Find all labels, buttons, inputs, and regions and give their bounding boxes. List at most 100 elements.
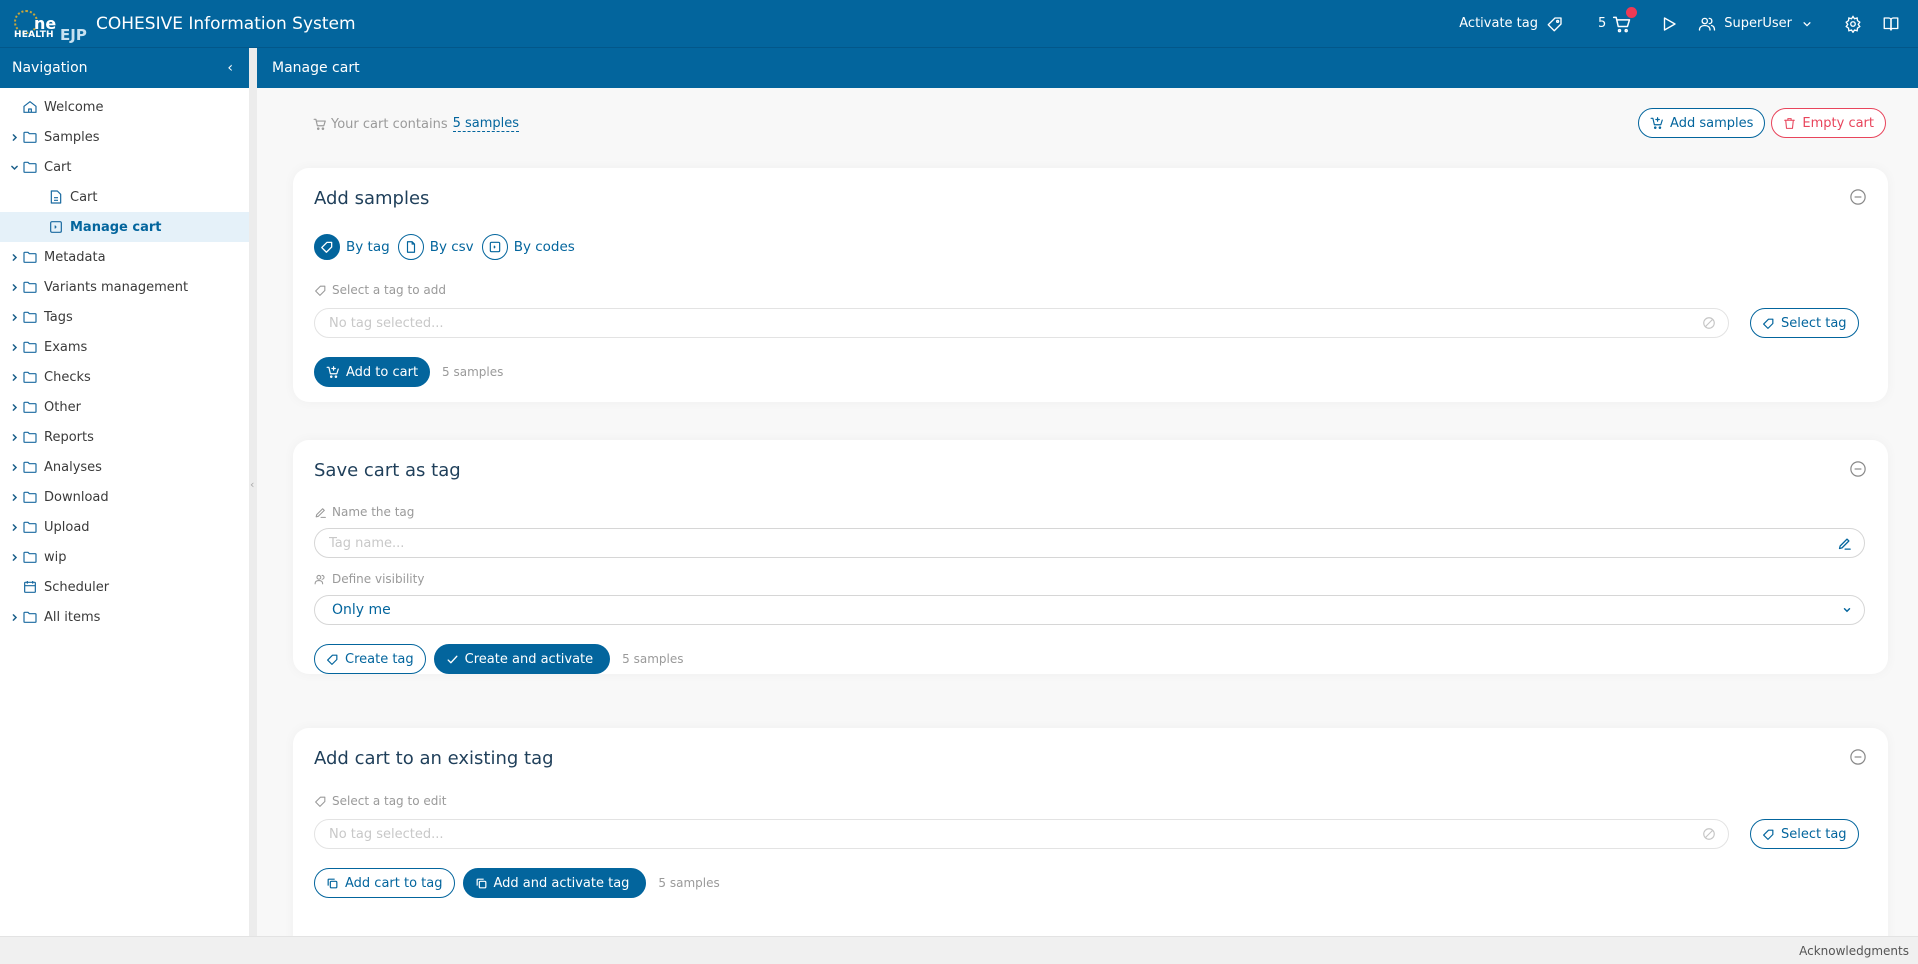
pencil-icon xyxy=(314,506,332,519)
sidebar-item-tags[interactable]: Tags xyxy=(0,302,249,332)
chevron-down-icon[interactable] xyxy=(8,163,20,172)
cart-samples-link[interactable]: 5 samples xyxy=(452,116,520,132)
sidebar-item-welcome[interactable]: Welcome xyxy=(0,92,249,122)
sidebar-item-label: Cart xyxy=(70,189,98,205)
sidebar-item-label: Exams xyxy=(44,339,88,355)
folder-icon xyxy=(22,279,38,295)
chevron-right-icon[interactable] xyxy=(8,313,20,322)
cart-summary: Your cart contains 5 samples xyxy=(313,116,520,132)
folder-icon xyxy=(22,309,38,325)
tag-icon xyxy=(1762,828,1781,841)
existing-tag-select-field[interactable]: No tag selected... xyxy=(314,819,1729,849)
sidebar-item-analyses[interactable]: Analyses xyxy=(0,452,249,482)
user-menu-button[interactable]: SuperUser xyxy=(1698,15,1812,33)
save-cart-card: Save cart as tag Name the tag Tag name..… xyxy=(293,440,1888,674)
select-existing-tag-label: Select tag xyxy=(1781,826,1847,842)
sidebar-item-exams[interactable]: Exams xyxy=(0,332,249,362)
visibility-label-text: Define visibility xyxy=(332,572,425,586)
clear-disabled-icon[interactable] xyxy=(1702,316,1716,330)
one-health-ejp-logo[interactable]: ne HEALTH EJP xyxy=(12,4,87,44)
create-and-activate-button[interactable]: Create and activate xyxy=(433,644,611,674)
sidebar-item-reports[interactable]: Reports xyxy=(0,422,249,452)
users-icon xyxy=(1698,15,1716,33)
minimize-card-button[interactable] xyxy=(1849,748,1867,766)
collapse-sidebar-button[interactable]: ‹ xyxy=(227,60,233,76)
folder-icon xyxy=(22,399,38,415)
sidebar-item-cart-child[interactable]: Cart xyxy=(0,182,249,212)
documentation-button[interactable] xyxy=(1882,15,1900,33)
sidebar-item-all-items[interactable]: All items xyxy=(0,602,249,632)
create-tag-button[interactable]: Create tag xyxy=(314,644,426,674)
sidebar-item-cart[interactable]: Cart xyxy=(0,152,249,182)
add-samples-button[interactable]: Add samples xyxy=(1638,108,1766,138)
mode-by-codes[interactable]: By codes xyxy=(481,234,575,260)
sample-count-note: 5 samples xyxy=(658,876,720,890)
sidebar-resize-handle[interactable]: ‹ xyxy=(249,48,257,936)
sidebar-item-other[interactable]: Other xyxy=(0,392,249,422)
cart-add-icon xyxy=(326,365,346,379)
sidebar-item-samples[interactable]: Samples xyxy=(0,122,249,152)
add-cart-to-tag-button[interactable]: Add cart to tag xyxy=(314,868,455,898)
cart-icon xyxy=(313,117,331,131)
activate-tag-button[interactable]: Activate tag xyxy=(1459,15,1564,33)
chevron-right-icon[interactable] xyxy=(8,493,20,502)
minimize-card-button[interactable] xyxy=(1849,460,1867,478)
sidebar-item-checks[interactable]: Checks xyxy=(0,362,249,392)
activate-tag-label: Activate tag xyxy=(1459,16,1538,31)
sidebar-item-label: Upload xyxy=(44,519,90,535)
sidebar-item-manage-cart-child[interactable]: Manage cart xyxy=(0,212,249,242)
chevron-right-icon[interactable] xyxy=(8,523,20,532)
tag-select-field[interactable]: No tag selected... xyxy=(314,308,1729,338)
chevron-right-icon[interactable] xyxy=(8,253,20,262)
sidebar-item-label: Tags xyxy=(44,309,73,325)
sidebar-item-variants-management[interactable]: Variants management xyxy=(0,272,249,302)
sidebar-item-metadata[interactable]: Metadata xyxy=(0,242,249,272)
mode-by-csv-label: By csv xyxy=(429,239,474,255)
tag-name-field[interactable] xyxy=(314,528,1865,558)
settings-button[interactable] xyxy=(1844,14,1862,33)
sidebar-item-label: Cart xyxy=(44,159,72,175)
main-panel: Manage cart Your cart contains 5 samples… xyxy=(257,48,1918,954)
cart-button[interactable] xyxy=(1612,6,1638,34)
sidebar-item-label: Checks xyxy=(44,369,91,385)
run-button[interactable] xyxy=(1660,15,1678,33)
mode-by-tag[interactable]: By tag xyxy=(314,234,390,260)
chevron-right-icon[interactable] xyxy=(8,433,20,442)
chevron-right-icon[interactable] xyxy=(8,343,20,352)
tag-name-input[interactable] xyxy=(329,535,1711,551)
save-cart-heading: Save cart as tag xyxy=(314,460,461,481)
acknowledgments-link[interactable]: Acknowledgments xyxy=(1799,944,1909,958)
add-samples-heading: Add samples xyxy=(314,188,430,209)
visibility-select[interactable]: Only me xyxy=(314,595,1865,625)
mode-by-csv[interactable]: By csv xyxy=(397,234,474,260)
sidebar-item-upload[interactable]: Upload xyxy=(0,512,249,542)
chevron-right-icon[interactable] xyxy=(8,553,20,562)
select-existing-tag-button[interactable]: Select tag xyxy=(1750,819,1859,849)
clear-disabled-icon[interactable] xyxy=(1702,827,1716,841)
sidebar-item-wip[interactable]: wip xyxy=(0,542,249,572)
copy-icon xyxy=(475,877,494,890)
select-tag-label: Select a tag to add xyxy=(314,283,446,297)
chevron-right-icon[interactable] xyxy=(8,373,20,382)
create-tag-label: Create tag xyxy=(345,651,414,667)
chevron-right-icon[interactable] xyxy=(8,283,20,292)
add-and-activate-tag-button[interactable]: Add and activate tag xyxy=(462,868,647,898)
sidebar-item-label: Manage cart xyxy=(70,219,162,235)
tag-icon xyxy=(326,653,345,666)
empty-cart-button[interactable]: Empty cart xyxy=(1771,108,1886,138)
chevron-right-icon[interactable] xyxy=(8,403,20,412)
chevron-right-icon[interactable] xyxy=(8,613,20,622)
chevron-down-icon xyxy=(1842,605,1852,615)
sidebar-item-label: Download xyxy=(44,489,109,505)
add-to-cart-button[interactable]: Add to cart xyxy=(314,357,431,387)
select-tag-button[interactable]: Select tag xyxy=(1750,308,1859,338)
minimize-card-button[interactable] xyxy=(1849,188,1867,206)
chevron-right-icon[interactable] xyxy=(8,463,20,472)
gear-icon xyxy=(1844,14,1862,33)
play-icon xyxy=(1660,15,1678,33)
folder-icon xyxy=(22,459,38,475)
sidebar-item-download[interactable]: Download xyxy=(0,482,249,512)
chevron-right-icon[interactable] xyxy=(8,133,20,142)
sidebar-item-scheduler[interactable]: Scheduler xyxy=(0,572,249,602)
select-tag-edit-label-text: Select a tag to edit xyxy=(332,794,447,808)
